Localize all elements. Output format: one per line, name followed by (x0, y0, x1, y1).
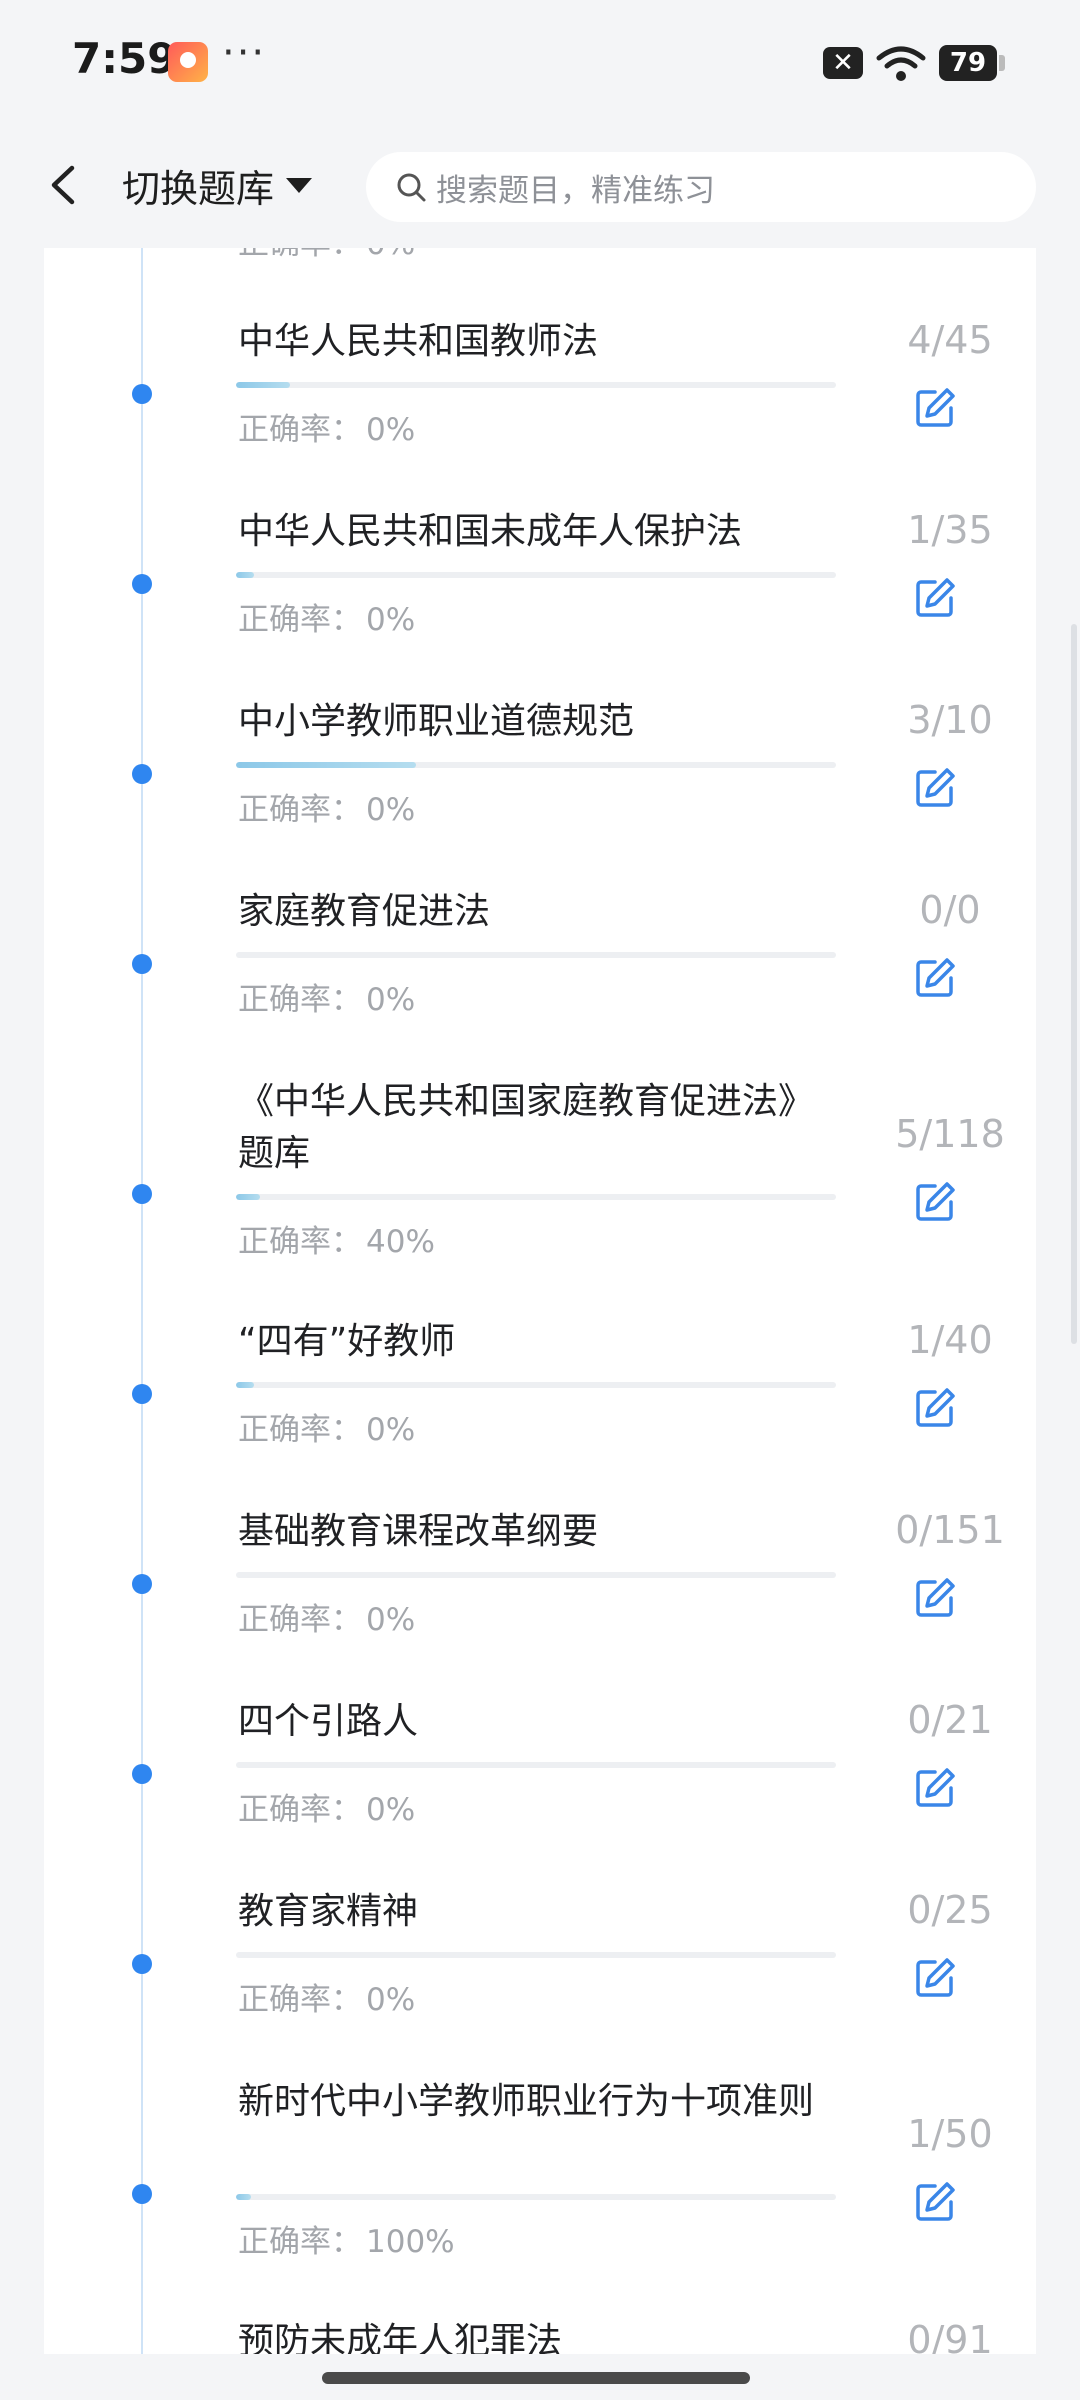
progress-fill (236, 382, 290, 388)
item-title: 中小学教师职业道德规范 (238, 701, 635, 742)
edit-practice-icon[interactable] (913, 2180, 957, 2224)
switch-question-bank-button[interactable]: 切换题库 (122, 158, 313, 212)
timeline-dot (132, 1954, 152, 1974)
item-title: 预防未成年人犯罪法 (238, 2321, 563, 2354)
edit-practice-icon[interactable] (913, 1766, 957, 1810)
home-indicator[interactable] (322, 2372, 750, 2384)
status-bar: 7:59 ··· ✕ 79 (0, 0, 1080, 120)
list-item[interactable]: 基础教育课程改革纲要 正确率： 0% 0/151 (44, 1434, 1036, 1638)
list-item[interactable]: “四有”好教师 正确率： 0% 1/40 (44, 1244, 1036, 1448)
question-count: 0/0 (919, 888, 981, 932)
progress-fill (236, 1382, 254, 1388)
question-count: 5/118 (895, 1112, 1005, 1156)
more-notifications-icon: ··· (222, 30, 267, 76)
list-item[interactable]: 教育家精神 正确率： 0% 0/25 (44, 1814, 1036, 2018)
list-item[interactable]: 新时代中小学教师职业行为十项准则 正确率： 100% 1/50 (44, 2004, 1036, 2260)
timeline-dot (132, 574, 152, 594)
list-item[interactable]: 中华人民共和国教师法 正确率： 0% 4/45 (44, 244, 1036, 448)
progress-fill (236, 762, 416, 768)
question-count: 0/25 (907, 1888, 993, 1932)
timeline-dot (132, 1764, 152, 1784)
item-title: 《中华人民共和国家庭教育促进法》题库 (238, 1081, 815, 1174)
edit-practice-icon[interactable] (913, 1386, 957, 1430)
search-placeholder: 搜索题目，精准练习 (436, 172, 715, 209)
list-item[interactable]: 四个引路人 正确率： 0% 0/21 (44, 1624, 1036, 1828)
question-count: 0/91 (907, 2318, 993, 2354)
question-count: 0/21 (907, 1698, 993, 1742)
list-item[interactable]: 家庭教育促进法 正确率： 0% 0/0 (44, 814, 1036, 1018)
progress-fill (236, 572, 254, 578)
edit-practice-icon[interactable] (913, 386, 957, 430)
progress-bar (236, 1194, 836, 1200)
timeline-dot (132, 2184, 152, 2204)
status-time: 7:59 (72, 34, 177, 83)
progress-bar (236, 1572, 836, 1578)
list-item[interactable]: 预防未成年人犯罪法 0/91 (44, 2244, 1036, 2354)
top-nav-bar: 切换题库 搜索题目，精准练习 (0, 120, 1080, 248)
switch-question-bank-label: 切换题库 (122, 166, 275, 211)
edit-practice-icon[interactable] (913, 956, 957, 1000)
search-icon (397, 173, 426, 202)
caret-down-icon (286, 177, 313, 193)
progress-bar (236, 1762, 836, 1768)
edit-practice-icon[interactable] (913, 1956, 957, 2000)
item-title: “四有”好教师 (238, 1321, 456, 1362)
progress-bar (236, 1952, 836, 1958)
item-title: 四个引路人 (238, 1701, 419, 1742)
timeline-dot (132, 1574, 152, 1594)
progress-bar (236, 382, 836, 388)
timeline-dot (132, 1384, 152, 1404)
question-count: 1/50 (907, 2112, 993, 2156)
timeline-dot (132, 1184, 152, 1204)
list-item[interactable]: 中华人民共和国未成年人保护法 正确率： 0% 1/35 (44, 434, 1036, 638)
list-item[interactable]: 中小学教师职业道德规范 正确率： 0% 3/10 (44, 624, 1036, 828)
item-title: 新时代中小学教师职业行为十项准则 (238, 2081, 815, 2122)
item-title: 中华人民共和国未成年人保护法 (238, 511, 743, 552)
wifi-icon (876, 46, 926, 81)
timeline-dot (132, 384, 152, 404)
item-title: 中华人民共和国教师法 (238, 321, 599, 362)
question-count: 1/40 (907, 1318, 993, 1362)
search-input[interactable]: 搜索题目，精准练习 (366, 152, 1036, 222)
app-notification-icon (168, 42, 208, 82)
progress-fill (236, 1194, 260, 1200)
edit-practice-icon[interactable] (913, 766, 957, 810)
edit-practice-icon[interactable] (913, 1576, 957, 1620)
progress-bar (236, 762, 836, 768)
question-count: 0/151 (895, 1508, 1005, 1552)
progress-fill (236, 2194, 251, 2200)
back-arrow-icon[interactable] (42, 160, 86, 210)
battery-icon: 79 (939, 45, 1005, 81)
progress-bar (236, 1382, 836, 1388)
edit-practice-icon[interactable] (913, 576, 957, 620)
edit-practice-icon[interactable] (913, 1180, 957, 1224)
item-title: 教育家精神 (238, 1891, 419, 1932)
progress-bar (236, 2194, 836, 2200)
progress-bar (236, 952, 836, 958)
question-count: 4/45 (907, 318, 993, 362)
timeline-dot (132, 954, 152, 974)
progress-bar (236, 572, 836, 578)
timeline-dot (132, 764, 152, 784)
question-count: 1/35 (907, 508, 993, 552)
item-title: 基础教育课程改革纲要 (238, 1511, 599, 1552)
item-title: 家庭教育促进法 (238, 891, 491, 932)
question-count: 3/10 (907, 698, 993, 742)
question-bank-list: 正确率： 0% 中华人民共和国教师法 正确率： 0% 4/45 中华人民共和国未成年人保护… (44, 244, 1036, 2354)
no-sim-icon: ✕ (823, 47, 863, 79)
scrollbar-thumb[interactable] (1071, 624, 1077, 1344)
list-item[interactable]: 《中华人民共和国家庭教育促进法》题库 正确率： 40% 5/118 (44, 1004, 1036, 1260)
